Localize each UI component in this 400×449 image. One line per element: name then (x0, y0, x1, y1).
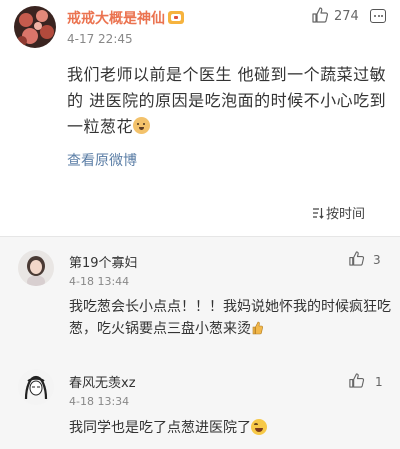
comment-body: 我吃葱会长小点点！！！我妈说她怀我的时候疯狂吃葱，吃火锅要点三盘小葱来烫 (69, 296, 391, 340)
doge-emoji-icon (133, 117, 151, 134)
view-original-link[interactable]: 查看原微博 (67, 150, 137, 170)
comment-list: 第19个寡妇 4-18 13:44 3 我吃葱会长小点点！！！我妈说她怀我的时候… (0, 237, 400, 449)
comment-username[interactable]: 第19个寡妇 (69, 252, 138, 271)
thumbs-up-icon (349, 373, 365, 388)
comment-like-count: 3 (373, 253, 381, 267)
avatar[interactable] (18, 369, 54, 405)
avatar-image (14, 6, 56, 48)
sort-label[interactable]: 按时间 (326, 207, 365, 222)
comment-time: 4-18 13:44 (69, 275, 130, 288)
post-time: 4-17 22:45 (67, 32, 133, 46)
avatar[interactable] (14, 6, 56, 48)
dot (374, 15, 376, 17)
dot (377, 15, 380, 17)
more-options-icon[interactable] (370, 9, 386, 23)
thumbs-up-icon (349, 251, 365, 266)
like-count: 274 (334, 9, 359, 24)
thumbs-up-emoji-icon (252, 321, 263, 335)
dot (381, 15, 383, 17)
post-body-text: 我们老师以前是个医生 他碰到一个蔬菜过敏的 进医院的原因是吃泡面的时候不小心吃到… (67, 65, 387, 136)
comment-body: 我同学也是吃了点葱进医院了 (69, 417, 391, 439)
sort-icon (313, 208, 324, 219)
avatar-image (18, 369, 54, 405)
post-body: 我们老师以前是个医生 他碰到一个蔬菜过敏的 进医院的原因是吃泡面的时候不小心吃到… (67, 62, 387, 140)
like-button[interactable] (311, 6, 329, 28)
comment-like-button[interactable] (348, 372, 365, 393)
comment-like-count: 1 (375, 375, 383, 389)
comment-body-text: 我吃葱会长小点点！！！我妈说她怀我的时候疯狂吃葱，吃火锅要点三盘小葱来烫 (69, 299, 391, 337)
sort-by-time-button[interactable]: 按时间 (312, 203, 365, 222)
post-username-text[interactable]: 戒戒大概是神仙 (67, 11, 165, 27)
comment-username[interactable]: 春风无羡xz (69, 372, 136, 391)
avatar-image (18, 250, 54, 286)
thumbs-up-icon (312, 7, 329, 23)
comment-body-text: 我同学也是吃了点葱进医院了 (69, 420, 251, 436)
main-post: 戒戒大概是神仙 4-17 22:45 274 我们老师以前是个医生 他碰到一个蔬… (0, 0, 400, 236)
member-badge-icon (168, 11, 184, 24)
post-username[interactable]: 戒戒大概是神仙 (67, 8, 184, 28)
avatar[interactable] (18, 250, 54, 286)
laughing-emoji-icon (251, 419, 267, 435)
comment-time: 4-18 13:34 (69, 395, 130, 408)
comment-like-button[interactable] (348, 250, 365, 271)
